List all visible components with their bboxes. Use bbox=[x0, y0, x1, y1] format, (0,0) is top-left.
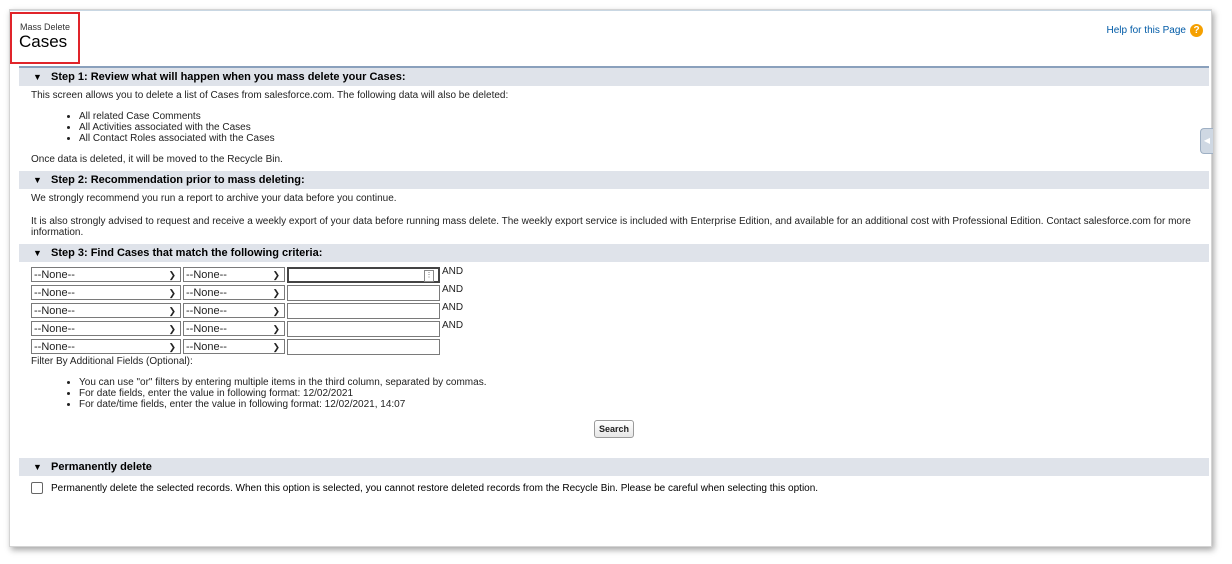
permanent-delete-checkbox[interactable] bbox=[31, 482, 43, 494]
list-item: You can use "or" filters by entering mul… bbox=[79, 377, 1197, 388]
field-select[interactable]: --None-- ❯ bbox=[31, 285, 181, 300]
chevron-down-icon: ❯ bbox=[272, 288, 280, 298]
criteria-row: --None-- ❯ --None-- ❯ AND bbox=[31, 320, 1197, 337]
help-icon[interactable]: ? bbox=[1190, 24, 1203, 37]
field-select-value: --None-- bbox=[34, 305, 75, 317]
criteria-row: --None-- ❯ --None-- ❯ AND bbox=[31, 284, 1197, 301]
step1-list: All related Case Comments All Activities… bbox=[31, 111, 1197, 144]
and-label: AND bbox=[442, 284, 464, 295]
operator-select-value: --None-- bbox=[186, 269, 227, 281]
main-content: ▼ Step 1: Review what will happen when y… bbox=[19, 66, 1209, 500]
chevron-down-icon: ❯ bbox=[272, 306, 280, 316]
help-link-label[interactable]: Help for this Page bbox=[1107, 25, 1187, 36]
step3-heading: Step 3: Find Cases that match the follow… bbox=[50, 247, 323, 259]
operator-select-value: --None-- bbox=[186, 305, 227, 317]
field-select[interactable]: --None-- ❯ bbox=[31, 321, 181, 336]
value-input[interactable] bbox=[287, 338, 440, 355]
step2-p1: We strongly recommend you run a report t… bbox=[31, 193, 397, 204]
triangle-down-icon[interactable]: ▼ bbox=[33, 458, 42, 476]
chevron-down-icon: ❯ bbox=[168, 342, 176, 352]
operator-select[interactable]: --None-- ❯ bbox=[183, 267, 285, 282]
list-item: All Activities associated with the Cases bbox=[79, 122, 1197, 133]
operator-select-value: --None-- bbox=[186, 323, 227, 335]
permanent-header[interactable]: ▼ Permanently delete bbox=[19, 458, 1209, 476]
operator-select[interactable]: --None-- ❯ bbox=[183, 339, 285, 354]
value-input[interactable] bbox=[287, 284, 440, 301]
sidebar-toggle-icon[interactable]: ◀ bbox=[1200, 128, 1213, 154]
page-title: Cases bbox=[19, 32, 68, 51]
chevron-down-icon: ❯ bbox=[272, 270, 280, 280]
search-button[interactable]: Search bbox=[593, 420, 635, 438]
search-row: Search bbox=[31, 420, 1197, 438]
page-header: Mass Delete Cases Help for this Page ? bbox=[10, 10, 1211, 66]
chevron-down-icon: ❯ bbox=[272, 324, 280, 334]
chevron-down-icon: ❯ bbox=[272, 342, 280, 352]
step1-header[interactable]: ▼ Step 1: Review what will happen when y… bbox=[19, 68, 1209, 86]
operator-select[interactable]: --None-- ❯ bbox=[183, 303, 285, 318]
chevron-down-icon: ❯ bbox=[168, 288, 176, 298]
field-select[interactable]: --None-- ❯ bbox=[31, 303, 181, 318]
page-subtitle: Mass Delete bbox=[20, 22, 71, 32]
step3-body: --None-- ❯ --None-- ❯ ⋮ AND --None-- ❯ --No… bbox=[19, 262, 1209, 458]
permanent-delete-label: Permanently delete the selected records.… bbox=[51, 482, 819, 494]
list-item: All Contact Roles associated with the Ca… bbox=[79, 133, 1197, 144]
chevron-down-icon: ❯ bbox=[168, 306, 176, 316]
triangle-down-icon[interactable]: ▼ bbox=[33, 68, 42, 86]
value-input[interactable] bbox=[287, 320, 440, 337]
step1-intro: This screen allows you to delete a list … bbox=[31, 90, 509, 101]
step2-body: We strongly recommend you run a report t… bbox=[19, 189, 1209, 244]
field-select-value: --None-- bbox=[34, 287, 75, 299]
list-item: For date/time fields, enter the value in… bbox=[79, 399, 1197, 410]
step1-outro: Once data is deleted, it will be moved t… bbox=[31, 154, 283, 165]
field-select[interactable]: --None-- ❯ bbox=[31, 339, 181, 354]
and-label: AND bbox=[442, 320, 464, 331]
criteria-row: --None-- ❯ --None-- ❯ bbox=[31, 338, 1197, 355]
criteria-row: --None-- ❯ --None-- ❯ AND bbox=[31, 302, 1197, 319]
step1-heading: Step 1: Review what will happen when you… bbox=[50, 71, 406, 83]
step2-heading: Step 2: Recommendation prior to mass del… bbox=[50, 174, 305, 186]
step2-header[interactable]: ▼ Step 2: Recommendation prior to mass d… bbox=[19, 171, 1209, 189]
list-item: For date fields, enter the value in foll… bbox=[79, 388, 1197, 399]
permanent-delete-row: Permanently delete the selected records.… bbox=[19, 476, 1209, 500]
lookup-icon[interactable]: ⋮ bbox=[424, 269, 434, 282]
and-label: AND bbox=[442, 302, 464, 313]
value-input[interactable]: ⋮ bbox=[287, 266, 440, 283]
operator-select-value: --None-- bbox=[186, 341, 227, 353]
list-item: All related Case Comments bbox=[79, 111, 1197, 122]
step3-header[interactable]: ▼ Step 3: Find Cases that match the foll… bbox=[19, 244, 1209, 262]
and-label: AND bbox=[442, 266, 464, 277]
help-link[interactable]: Help for this Page ? bbox=[1107, 24, 1203, 37]
field-select[interactable]: --None-- ❯ bbox=[31, 267, 181, 282]
filter-label[interactable]: Filter By Additional Fields (Optional): bbox=[31, 356, 1197, 367]
step1-body: This screen allows you to delete a list … bbox=[19, 86, 1209, 171]
operator-select[interactable]: --None-- ❯ bbox=[183, 285, 285, 300]
step3-tips: You can use "or" filters by entering mul… bbox=[31, 377, 1197, 410]
triangle-down-icon[interactable]: ▼ bbox=[33, 171, 42, 189]
field-select-value: --None-- bbox=[34, 269, 75, 281]
permanent-heading: Permanently delete bbox=[50, 461, 152, 473]
operator-select[interactable]: --None-- ❯ bbox=[183, 321, 285, 336]
operator-select-value: --None-- bbox=[186, 287, 227, 299]
triangle-down-icon[interactable]: ▼ bbox=[33, 244, 42, 262]
page-frame: Mass Delete Cases Help for this Page ? ▼… bbox=[9, 9, 1213, 547]
field-select-value: --None-- bbox=[34, 323, 75, 335]
step2-p2: It is also strongly advised to request a… bbox=[31, 216, 1191, 238]
chevron-down-icon: ❯ bbox=[168, 324, 176, 334]
criteria-row: --None-- ❯ --None-- ❯ ⋮ AND bbox=[31, 266, 1197, 283]
chevron-down-icon: ❯ bbox=[168, 270, 176, 280]
field-select-value: --None-- bbox=[34, 341, 75, 353]
value-input[interactable] bbox=[287, 302, 440, 319]
